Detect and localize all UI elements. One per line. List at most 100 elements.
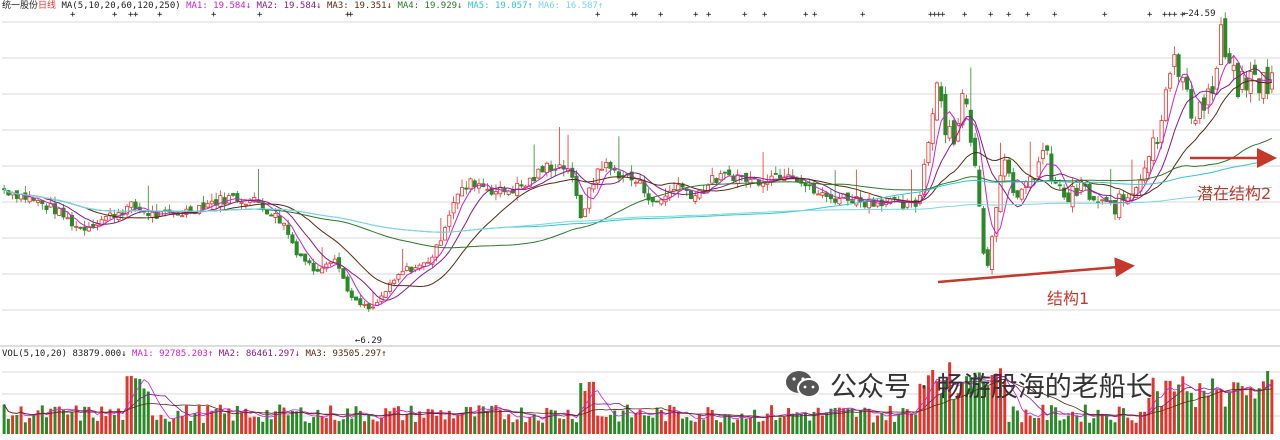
volume-bar-down [1185, 391, 1189, 434]
candle-down [358, 298, 363, 306]
volume-bar-up [842, 408, 846, 434]
volume-bar-up [854, 416, 858, 434]
volume-bar-down [23, 422, 27, 434]
candle-down [78, 226, 83, 229]
candle-down [14, 190, 19, 199]
volume-bar-down [473, 416, 477, 434]
candle-up [129, 201, 134, 208]
candle-down [1053, 181, 1058, 184]
candle-up [493, 191, 498, 195]
candlesticks [2, 12, 1274, 313]
volume-bar-down [286, 415, 290, 434]
volume-bar-down [70, 411, 74, 434]
candle-down [91, 224, 96, 228]
candle-up [599, 168, 604, 171]
volume-bar-down [562, 419, 566, 434]
candle-up [1151, 137, 1156, 161]
candle-up [659, 199, 664, 205]
structure1-annotation: 结构1 [1047, 289, 1090, 308]
candle-down [146, 212, 151, 216]
volume-bar-up [816, 407, 820, 434]
candle-up [1100, 199, 1105, 202]
candle-down [964, 98, 969, 105]
candle-up [1193, 120, 1198, 124]
event-marker: + [633, 10, 639, 20]
candle-up [1117, 193, 1122, 219]
candle-up [180, 215, 185, 218]
candle-down [862, 201, 867, 208]
volume-bar-up [1100, 415, 1104, 434]
volume-bar-up [1020, 422, 1024, 434]
candle-up [421, 262, 426, 267]
volume-bar-up [11, 415, 15, 434]
candle-down [1091, 195, 1096, 201]
candle-up [582, 208, 588, 217]
candle-up [281, 222, 286, 226]
volume-bar-down [481, 406, 485, 434]
volume-bar-up [1037, 417, 1041, 434]
volume-bar-up [876, 415, 880, 434]
volume-bar-up [634, 413, 638, 434]
volume-bar-down [850, 408, 854, 434]
candle-up [65, 217, 70, 220]
moving-averages [3, 54, 1273, 307]
volume-bar-down [1257, 388, 1261, 434]
candle-down [1015, 190, 1020, 198]
watermark: 公众号 · 畅游股海的老船长 [784, 365, 1153, 408]
candle-down [1257, 78, 1262, 94]
volume-bar-up [108, 409, 112, 434]
candle-up [1172, 54, 1177, 67]
candle-up [324, 263, 329, 270]
volume-bar-down [744, 418, 748, 434]
candle-down [688, 190, 694, 200]
candle-up [1163, 89, 1168, 121]
candle-up [557, 164, 562, 168]
volume-bar-down [163, 418, 167, 434]
candle-up [604, 162, 609, 169]
volume-bar-down [1109, 419, 1113, 434]
volume-bar-up [100, 406, 104, 434]
candle-down [231, 193, 236, 196]
candle-up [218, 195, 223, 207]
volume-bar-down [1049, 405, 1053, 434]
candle-down [727, 169, 732, 176]
candle-down [31, 197, 36, 201]
vol-ma3: MA3: 93505.297↑ [305, 349, 387, 359]
candle-up [392, 279, 397, 284]
candle-down [341, 268, 346, 279]
volume-bar-up [1130, 420, 1134, 434]
ma6-line [3, 186, 1272, 233]
volume-bar-down [893, 421, 897, 434]
volume-bar-down [1211, 378, 1215, 434]
volume-bar-down [303, 421, 307, 434]
volume-bar-down [295, 411, 299, 434]
volume-bar-up [1079, 421, 1083, 434]
event-marker: + [762, 10, 768, 20]
candle-up [536, 168, 541, 179]
candle-up [19, 194, 24, 200]
vol-ma2: MA2: 86461.297↓ [218, 349, 301, 359]
ma1-value: MA1: 19.584↓ [186, 1, 252, 11]
volume-bar-down [261, 421, 265, 434]
candle-up [103, 216, 108, 221]
vol-params: VOL(5,10,20) 83879.000↓ [2, 349, 127, 359]
candle-down [1244, 77, 1249, 91]
candle-up [468, 178, 473, 190]
candle-up [205, 203, 210, 208]
volume-bar-down [1075, 415, 1079, 434]
candle-up [1180, 77, 1185, 83]
candle-down [1006, 159, 1012, 174]
candle-up [633, 181, 638, 184]
volume-bar-up [596, 415, 600, 434]
volume-bar-up [159, 414, 163, 434]
candle-down [773, 173, 778, 175]
candle-down [540, 166, 545, 173]
ma5-line [3, 159, 1273, 233]
volume-bar-down [1227, 392, 1231, 434]
candle-down [803, 182, 808, 187]
candle-down [1087, 183, 1092, 200]
volume-bar-down [235, 405, 239, 434]
volume-bar-up [401, 420, 405, 434]
volume-bar-down [532, 414, 536, 434]
candle-up [27, 196, 32, 203]
